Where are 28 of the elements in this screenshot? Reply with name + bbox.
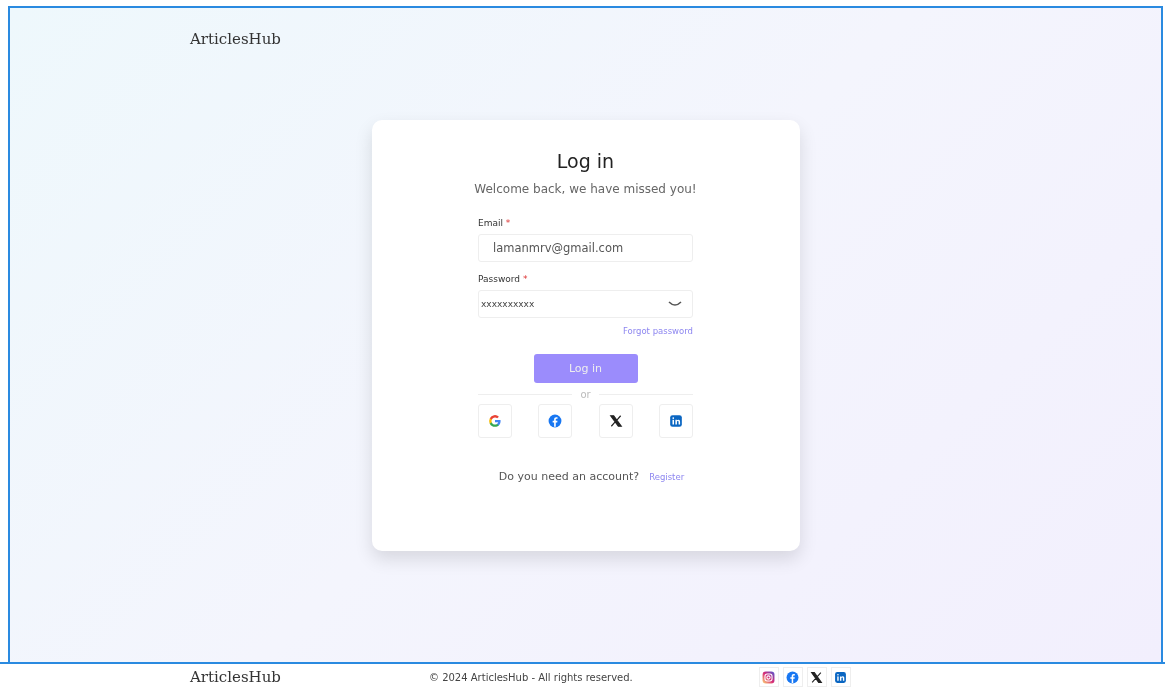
instagram-link[interactable] (758, 667, 779, 687)
closed-eye-icon[interactable] (668, 301, 682, 307)
x-link[interactable] (806, 667, 827, 687)
f-logo-icon (786, 670, 800, 684)
divider-text: or (580, 389, 591, 400)
f-logo-icon (548, 414, 563, 428)
in-logo-icon (669, 414, 683, 428)
field-label: Email * (478, 218, 512, 228)
camera-logo-icon (762, 670, 776, 684)
email-field[interactable]: lamanmrv@gmail.com (478, 234, 693, 262)
field-label: Password * (478, 274, 529, 284)
footer-logo[interactable]: ArticlesHub (190, 668, 281, 686)
x-logo-icon (810, 670, 824, 684)
in-logo-icon (834, 670, 848, 684)
g-logo-icon (488, 414, 502, 428)
login-subtitle: Welcome back, we have missed you! (474, 182, 697, 196)
x-login-button[interactable] (598, 404, 633, 438)
password-field[interactable]: xxxxxxxxxx (478, 290, 693, 318)
linkedin-link[interactable] (830, 667, 851, 687)
copyright-text: © 2024 ArticlesHub - All rights reserved. (428, 671, 633, 683)
login-title: Log in (556, 150, 615, 172)
linkedin-login-button[interactable] (659, 404, 693, 438)
site-logo[interactable]: ArticlesHub (190, 30, 281, 48)
google-login-button[interactable] (478, 404, 512, 438)
facebook-link[interactable] (782, 667, 803, 687)
x-logo-icon (608, 414, 623, 428)
register-prompt: Do you need an account? (498, 470, 640, 483)
facebook-login-button[interactable] (538, 404, 573, 438)
